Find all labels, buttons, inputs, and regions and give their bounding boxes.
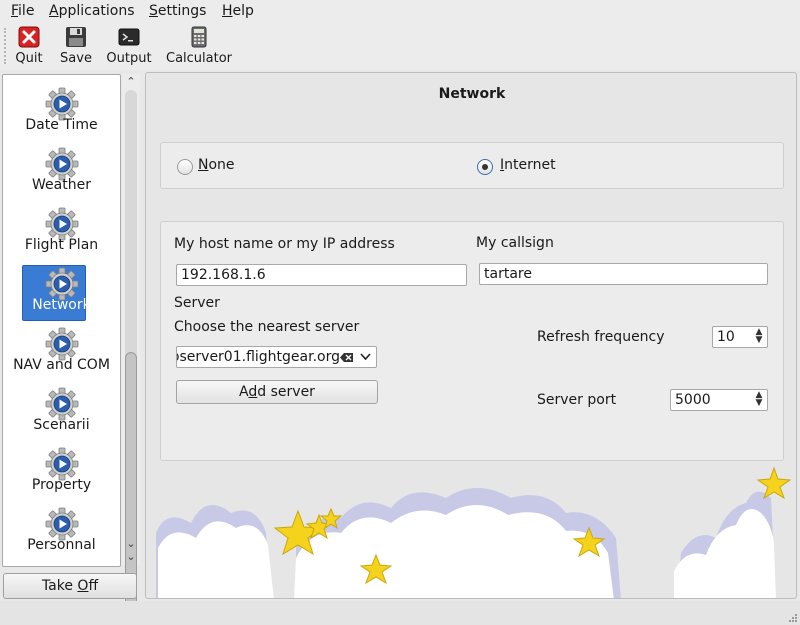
network-panel: Network None Internet My host name or my… xyxy=(145,72,797,599)
gear-icon xyxy=(45,447,79,481)
server-port-value: 5000 xyxy=(675,392,711,408)
scroll-down-icon[interactable]: ⌄ xyxy=(125,551,137,563)
resize-grip-icon[interactable] xyxy=(788,613,798,623)
category-list-scrollbar[interactable]: ⌃ ⌄ ⌄ xyxy=(122,74,140,612)
menu-settings-mnemonic: S xyxy=(149,3,158,19)
clear-text-icon[interactable] xyxy=(340,352,354,363)
network-settings-group: My host name or my IP address 192.168.1.… xyxy=(160,221,784,461)
clouds-decoration xyxy=(156,466,792,598)
radio-none-text: one xyxy=(208,157,235,173)
nav-item-label: Weather xyxy=(32,177,91,193)
nav-item-label: Scenarii xyxy=(33,417,90,433)
nav-item-property[interactable]: Property xyxy=(3,447,120,507)
refresh-frequency-label: Refresh frequency xyxy=(537,329,665,345)
radio-internet-label[interactable]: Internet xyxy=(500,157,556,173)
refresh-frequency-spinbox[interactable]: 10 ▲ ▼ xyxy=(712,326,768,348)
menu-file-label: ile xyxy=(18,3,35,19)
connection-mode-group: None Internet xyxy=(160,142,784,189)
menu-help-mnemonic: H xyxy=(222,3,233,19)
scroll-down-icon[interactable]: ⌄ xyxy=(125,538,137,550)
nav-item-label: NAV and COM xyxy=(13,357,110,373)
nav-item-scenarii[interactable]: Scenarii xyxy=(3,387,120,447)
nav-item-nav-and-com[interactable]: NAV and COM xyxy=(3,327,120,387)
menu-file-mnemonic: F xyxy=(11,3,19,19)
add-server-mnemonic: d xyxy=(248,384,258,400)
menu-applications-label: pplications xyxy=(58,3,135,19)
category-list: Date Time Weather Flight Plan Network NA… xyxy=(2,74,121,567)
nav-item-flight-plan[interactable]: Flight Plan xyxy=(3,207,120,267)
gear-icon xyxy=(45,387,79,421)
menu-help[interactable]: Help xyxy=(222,3,254,19)
gear-icon xyxy=(45,87,79,121)
menu-help-label: elp xyxy=(232,3,254,19)
radio-internet[interactable] xyxy=(477,159,493,175)
save-label: Save xyxy=(60,51,92,66)
menu-settings[interactable]: Settings xyxy=(149,3,206,19)
calculator-button[interactable]: Calculator xyxy=(166,26,232,68)
radio-none[interactable] xyxy=(177,159,193,175)
gear-icon xyxy=(45,327,79,361)
add-server-button[interactable]: Add server xyxy=(176,380,378,404)
menu-settings-label: ettings xyxy=(157,3,207,19)
take-off-button[interactable]: Take Off xyxy=(3,573,137,599)
take-off-label-post: ff xyxy=(88,578,99,594)
add-server-post: d server xyxy=(257,384,315,400)
refresh-frequency-value: 10 xyxy=(717,329,735,345)
callsign-input[interactable]: tartare xyxy=(479,263,768,285)
calculator-label: Calculator xyxy=(166,51,233,66)
output-button[interactable]: Output xyxy=(106,26,152,68)
gear-icon xyxy=(45,207,79,241)
nav-item-date-time[interactable]: Date Time xyxy=(3,87,120,147)
menu-applications-mnemonic: A xyxy=(49,3,59,19)
quit-button[interactable]: Quit xyxy=(12,26,46,68)
menu-applications[interactable]: Applications xyxy=(49,3,135,19)
nav-item-label: Flight Plan xyxy=(24,237,99,253)
chevron-down-icon[interactable] xyxy=(360,352,371,362)
spin-arrows-icon[interactable]: ▲ ▼ xyxy=(754,328,764,346)
radio-none-label[interactable]: None xyxy=(198,157,235,173)
terminal-icon xyxy=(118,28,140,46)
output-label: Output xyxy=(106,51,152,66)
scroll-up-icon[interactable]: ⌃ xyxy=(125,76,137,88)
nav-item-personnal[interactable]: Personnal xyxy=(3,507,120,567)
take-off-label-pre: Take xyxy=(41,578,78,594)
spin-arrows-icon[interactable]: ▲ ▼ xyxy=(754,391,764,409)
gear-icon xyxy=(45,507,79,541)
server-port-label: Server port xyxy=(537,392,617,408)
gear-icon xyxy=(45,147,79,181)
nav-item-label: Network xyxy=(32,297,91,313)
nav-item-label: Personnal xyxy=(27,537,96,553)
server-port-spinbox[interactable]: 5000 ▲ ▼ xyxy=(670,389,768,411)
add-server-pre: A xyxy=(239,384,249,400)
server-heading: Server xyxy=(174,295,220,311)
host-label: My host name or my IP address xyxy=(174,236,395,252)
nav-item-label: Date Time xyxy=(25,117,98,133)
menu-bar: File Applications Settings Help xyxy=(0,0,800,22)
calculator-icon xyxy=(191,26,207,48)
panel-title: Network xyxy=(438,86,506,102)
nav-item-label: Property xyxy=(31,477,92,493)
close-icon xyxy=(18,26,40,48)
radio-none-mnemonic: N xyxy=(198,157,209,173)
menu-file[interactable]: File xyxy=(11,3,34,19)
radio-internet-text: nternet xyxy=(504,157,556,173)
quit-label: Quit xyxy=(15,51,43,66)
nav-item-network[interactable]: Network xyxy=(3,265,120,327)
save-button[interactable]: Save xyxy=(58,26,94,68)
callsign-label: My callsign xyxy=(476,235,554,251)
host-input[interactable]: 192.168.1.6 xyxy=(176,264,467,286)
toolbar: Quit Save Output Calculator xyxy=(0,22,800,70)
gear-icon xyxy=(45,267,79,301)
status-bar xyxy=(0,601,800,625)
take-off-mnemonic: O xyxy=(77,578,89,594)
server-value: mpserver01.flightgear.org xyxy=(177,349,340,365)
toolbar-handle[interactable] xyxy=(4,28,9,64)
nav-item-weather[interactable]: Weather xyxy=(3,147,120,207)
server-hint: Choose the nearest server xyxy=(174,319,360,335)
floppy-disk-icon xyxy=(66,27,86,47)
